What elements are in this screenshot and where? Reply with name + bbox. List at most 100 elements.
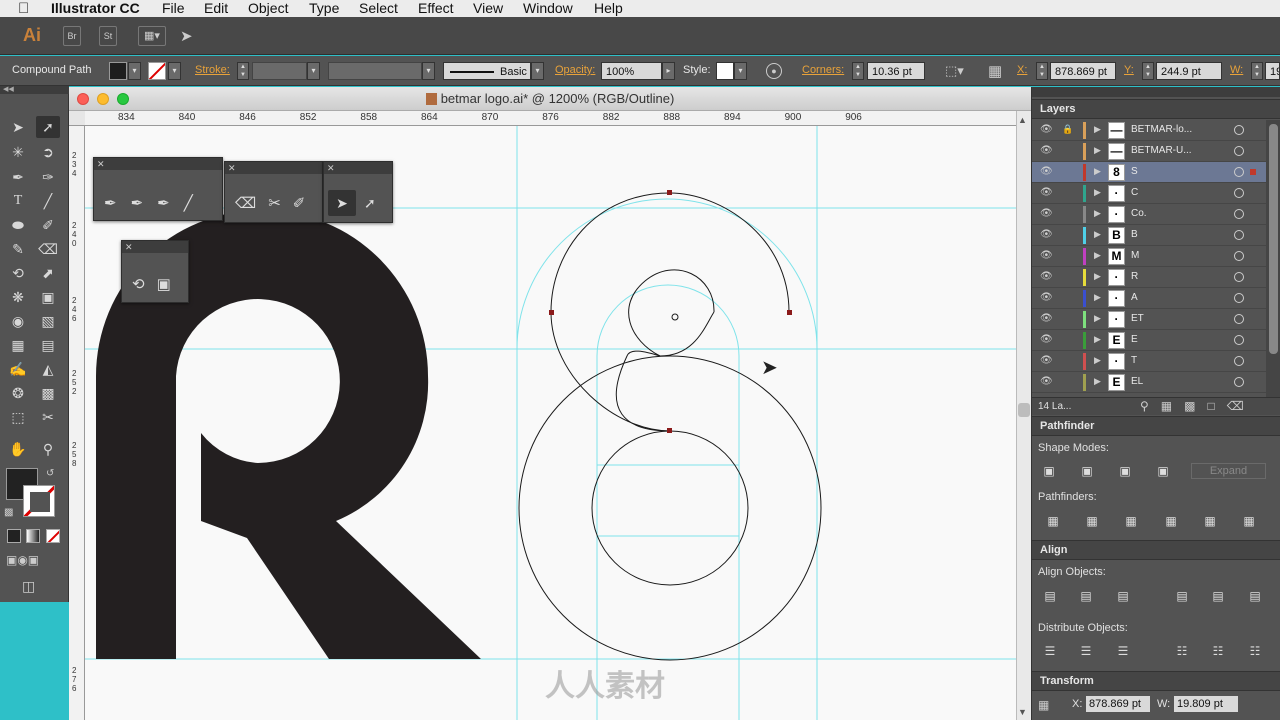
menu-object[interactable]: Object — [248, 0, 288, 17]
eraser-tool-variants[interactable]: ⌫✂✐ — [235, 194, 317, 212]
default-fill-stroke-icon[interactable]: ▩ — [4, 507, 13, 518]
layer-row[interactable]: 👁 ▶ · C — [1032, 183, 1266, 204]
y-field[interactable]: 244.9 pt — [1156, 62, 1222, 80]
unite-icon[interactable]: ▣ — [1040, 463, 1058, 479]
expand-triangle-icon[interactable]: ▶ — [1094, 229, 1101, 240]
menu-effect[interactable]: Effect — [418, 0, 454, 17]
eraser-tools-panel-header[interactable]: ✕ — [225, 162, 322, 174]
distribute-left-icon[interactable]: ☷ — [1173, 643, 1191, 659]
stroke-color-box[interactable] — [23, 485, 55, 517]
menu-help[interactable]: Help — [594, 0, 623, 17]
dock-header[interactable] — [1032, 87, 1280, 97]
layer-row[interactable]: 👁 ▶ E E — [1032, 330, 1266, 351]
graphic-style-dropdown[interactable]: ▾ — [734, 62, 747, 80]
visibility-eye-icon[interactable]: 👁 — [1040, 167, 1054, 177]
stroke-swatch[interactable] — [148, 62, 166, 80]
artboard-tool-icon[interactable]: ⬚ — [6, 406, 30, 428]
menu-window[interactable]: Window — [523, 0, 573, 17]
horizontal-ruler[interactable]: 834 840 846 852 858 864 870 876 882 888 894 900 906 — [85, 111, 1016, 126]
layer-row[interactable]: 👁 ▶ E EL — [1032, 372, 1266, 393]
rotate-tool-icon[interactable]: ⟲ — [6, 262, 30, 284]
zoom-tool-icon[interactable]: ⚲ — [36, 438, 60, 460]
visibility-eye-icon[interactable]: 👁 — [1040, 335, 1054, 345]
minus-front-icon[interactable]: ▣ — [1078, 463, 1096, 479]
perspective-grid-tool-icon[interactable]: ▧ — [36, 310, 60, 332]
target-circle-icon[interactable] — [1234, 188, 1244, 198]
variable-width-field[interactable] — [328, 62, 422, 80]
exclude-icon[interactable]: ▣ — [1154, 463, 1172, 479]
layer-row[interactable]: 👁 ▶ · A — [1032, 288, 1266, 309]
symbol-sprayer-tool-icon[interactable]: ❂ — [6, 382, 30, 404]
visibility-eye-icon[interactable]: 👁 — [1040, 251, 1054, 261]
target-circle-icon[interactable] — [1234, 377, 1244, 387]
color-mode-icon[interactable] — [7, 529, 21, 543]
layers-scrollbar[interactable] — [1266, 120, 1280, 397]
corners-stepper[interactable]: ▲ ▼ — [852, 62, 864, 80]
expand-triangle-icon[interactable]: ▶ — [1094, 187, 1101, 198]
target-circle-icon[interactable] — [1234, 335, 1244, 345]
distribute-top-icon[interactable]: ☰ — [1041, 643, 1059, 659]
recolor-artwork-icon[interactable]: ● — [766, 63, 782, 79]
variable-width-dropdown[interactable]: ▾ — [422, 62, 435, 80]
group-selection-variant-icon[interactable]: ➚ — [364, 195, 376, 212]
expand-triangle-icon[interactable]: ▶ — [1094, 271, 1101, 282]
target-circle-icon[interactable] — [1234, 167, 1244, 177]
magic-wand-tool-icon[interactable]: ✳ — [6, 141, 30, 163]
direct-selection-variant-icon[interactable]: ➤ — [328, 190, 356, 216]
align-horizontal-center-icon[interactable]: ▤ — [1077, 588, 1095, 604]
scroll-thumb[interactable] — [1018, 403, 1030, 417]
target-circle-icon[interactable] — [1234, 251, 1244, 261]
column-graph-tool-icon[interactable]: ▩ — [36, 382, 60, 404]
minus-back-icon[interactable]: ▦ — [1240, 513, 1258, 529]
target-circle-icon[interactable] — [1234, 293, 1244, 303]
expand-button[interactable]: Expand — [1191, 463, 1266, 479]
layer-row[interactable]: 👁 ▶ · T — [1032, 351, 1266, 372]
scroll-down-icon[interactable]: ▼ — [1018, 707, 1027, 717]
align-vertical-center-icon[interactable]: ▤ — [1209, 588, 1227, 604]
expand-triangle-icon[interactable]: ▶ — [1094, 145, 1101, 156]
transform-x-field[interactable]: 878.869 pt — [1086, 696, 1150, 712]
stroke-label[interactable]: Stroke: — [195, 64, 230, 76]
apple-menu-icon[interactable]:  — [18, 0, 29, 17]
transform-w-field[interactable]: 19.809 pt — [1174, 696, 1238, 712]
visibility-eye-icon[interactable]: 👁 — [1040, 125, 1054, 135]
expand-triangle-icon[interactable]: ▶ — [1094, 250, 1101, 261]
drawing-mode-icon[interactable]: ▣◉▣ — [6, 553, 39, 567]
visibility-eye-icon[interactable]: 👁 — [1040, 230, 1054, 240]
x-label[interactable]: X: — [1017, 64, 1027, 76]
rotate-tools-panel-header[interactable]: ✕ — [122, 241, 188, 253]
w-stepper[interactable]: ▲ ▼ — [1251, 62, 1263, 80]
scale-tool-icon[interactable]: ⬈ — [36, 262, 60, 284]
gradient-mode-icon[interactable] — [26, 529, 40, 543]
expand-triangle-icon[interactable]: ▶ — [1094, 292, 1101, 303]
rotate-tool-variants[interactable]: ⟲▣ — [132, 275, 183, 293]
brush-definition-field[interactable]: Basic — [443, 62, 531, 80]
shaper-tool-icon[interactable]: ✎ — [6, 238, 30, 260]
visibility-eye-icon[interactable]: 👁 — [1040, 377, 1054, 387]
distribute-horizontal-center-icon[interactable]: ☷ — [1209, 643, 1227, 659]
bridge-button[interactable]: Br — [63, 26, 81, 46]
corners-field[interactable]: 10.36 pt — [867, 62, 925, 80]
fill-swatch[interactable] — [109, 62, 127, 80]
merge-icon[interactable]: ▦ — [1122, 513, 1140, 529]
app-menu[interactable]: Illustrator CC — [51, 0, 140, 17]
transform-reference-point-icon[interactable]: ▦ — [1038, 698, 1049, 712]
selection-tool-icon[interactable]: ➤ — [6, 116, 30, 138]
hand-tool-icon[interactable]: ✋ — [6, 438, 30, 460]
layer-row[interactable]: 👁 ▶ · R — [1032, 267, 1266, 288]
align-to-icon[interactable]: ⬚▾ — [945, 63, 964, 79]
layer-row[interactable]: 👁 ▶ — BETMAR-U... — [1032, 141, 1266, 162]
target-circle-icon[interactable] — [1234, 209, 1244, 219]
curvature-tool-icon[interactable]: ✑ — [36, 166, 60, 188]
align-bottom-icon[interactable]: ▤ — [1246, 588, 1264, 604]
distribute-vertical-center-icon[interactable]: ☰ — [1077, 643, 1095, 659]
visibility-eye-icon[interactable]: 👁 — [1040, 188, 1054, 198]
paintbrush-tool-icon[interactable]: ✐ — [36, 214, 60, 236]
none-mode-icon[interactable] — [46, 529, 60, 543]
free-transform-tool-icon[interactable]: ▣ — [36, 286, 60, 308]
y-stepper[interactable]: ▲ ▼ — [1142, 62, 1154, 80]
x-field[interactable]: 878.869 pt — [1050, 62, 1116, 80]
eraser-tool-icon[interactable]: ⌫ — [36, 238, 60, 260]
layer-row[interactable]: 👁 ▶ · ET — [1032, 309, 1266, 330]
expand-triangle-icon[interactable]: ▶ — [1094, 355, 1101, 366]
